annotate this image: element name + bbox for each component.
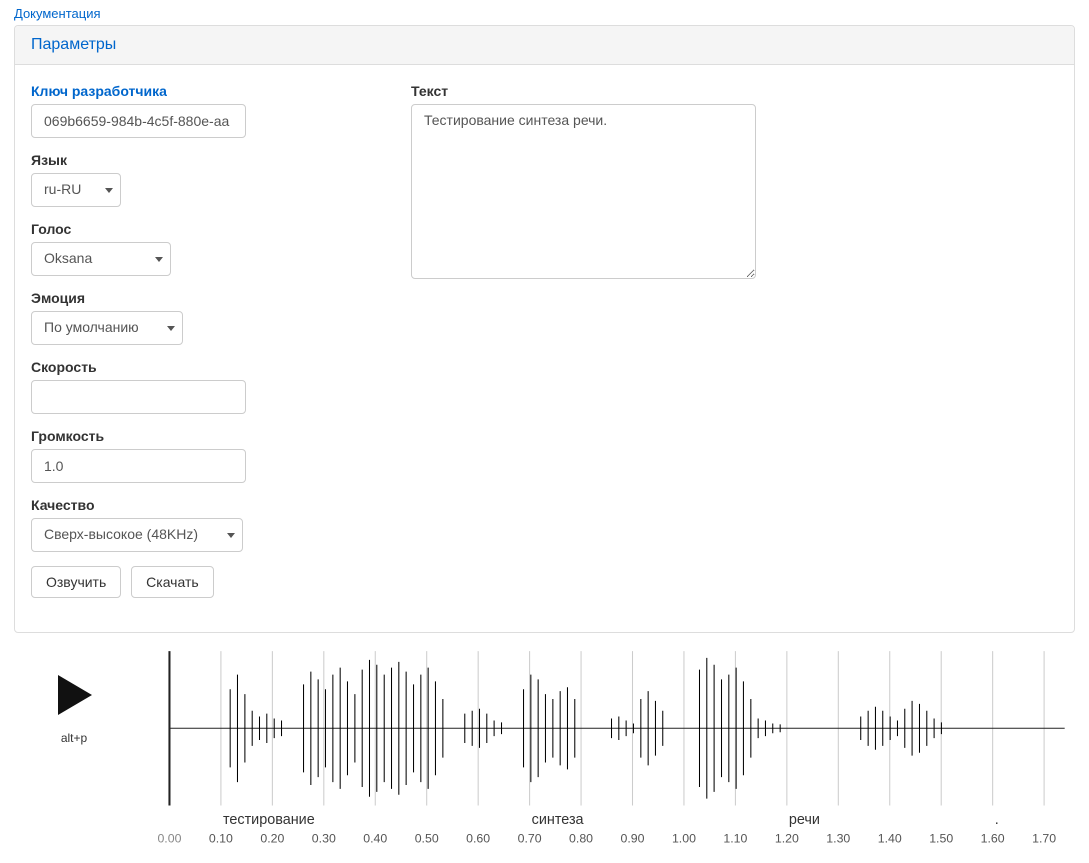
time-tick-label: 1.40 <box>878 832 902 846</box>
time-tick-label: 0.70 <box>518 832 542 846</box>
waveform-display[interactable]: 0.00 0.10 0.20 0.30 0.40 0.50 0.60 0.70 0.80 0.90… <box>154 647 1075 853</box>
api-key-label[interactable]: Ключ разработчика <box>31 83 371 99</box>
transcript-word: речи <box>789 812 820 828</box>
quality-label: Качество <box>31 497 371 513</box>
documentation-link[interactable]: Документация <box>14 6 101 21</box>
synthesize-button[interactable]: Озвучить <box>31 566 121 598</box>
time-tick-label: 0.60 <box>466 832 490 846</box>
time-tick-label: 0.00 <box>157 832 181 846</box>
speed-label: Скорость <box>31 359 371 375</box>
time-tick-label: 0.30 <box>312 832 336 846</box>
volume-input[interactable] <box>31 449 246 483</box>
play-button[interactable] <box>52 673 96 717</box>
time-tick-label: 1.70 <box>1032 832 1056 846</box>
transcript-word: . <box>995 812 999 828</box>
time-tick-label: 0.90 <box>621 832 645 846</box>
text-input[interactable] <box>411 104 756 279</box>
download-button[interactable]: Скачать <box>131 566 214 598</box>
transcript-word: синтеза <box>532 812 584 828</box>
time-tick-label: 0.80 <box>569 832 593 846</box>
time-tick-label: 1.20 <box>775 832 799 846</box>
panel-title: Параметры <box>15 26 1074 65</box>
volume-label: Громкость <box>31 428 371 444</box>
time-tick-label: 1.30 <box>826 832 850 846</box>
time-tick-label: 0.20 <box>260 832 284 846</box>
time-tick-label: 1.10 <box>723 832 747 846</box>
language-label: Язык <box>31 152 371 168</box>
emotion-select[interactable]: По умолчанию <box>31 311 183 345</box>
transcript-word: тестирование <box>223 812 315 828</box>
time-tick-label: 1.00 <box>672 832 696 846</box>
quality-select[interactable]: Сверх-высокое (48KHz) <box>31 518 243 552</box>
time-tick-label: 1.50 <box>929 832 953 846</box>
parameters-panel: Параметры Ключ разработчика Язык ru-RU Г… <box>14 25 1075 633</box>
text-label: Текст <box>411 83 1058 99</box>
time-tick-label: 0.50 <box>415 832 439 846</box>
play-icon <box>52 673 96 717</box>
time-tick-label: 0.10 <box>209 832 233 846</box>
voice-label: Голос <box>31 221 371 237</box>
time-tick-label: 0.40 <box>363 832 387 846</box>
api-key-input[interactable] <box>31 104 246 138</box>
language-select[interactable]: ru-RU <box>31 173 121 207</box>
voice-select[interactable]: Oksana <box>31 242 171 276</box>
play-hotkey-label: alt+p <box>61 731 87 745</box>
emotion-label: Эмоция <box>31 290 371 306</box>
time-tick-label: 1.60 <box>981 832 1005 846</box>
speed-input[interactable] <box>31 380 246 414</box>
waveform-area: alt+p 0.000.100.200.300.400.500.600.700.… <box>14 647 1075 853</box>
